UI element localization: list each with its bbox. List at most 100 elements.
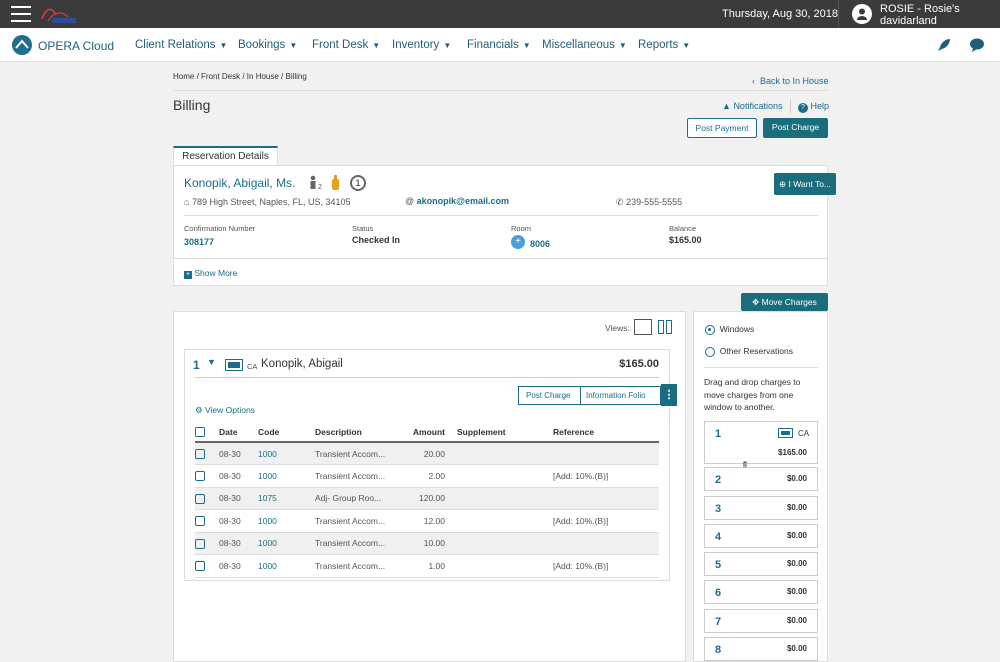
show-more-label: Show More bbox=[194, 268, 238, 278]
information-folio-button[interactable]: Information Folio bbox=[586, 391, 646, 400]
notifications-link[interactable]: ▲ Notifications bbox=[722, 101, 782, 111]
hotel-logo bbox=[41, 8, 76, 23]
cell-code[interactable]: 1000 bbox=[258, 464, 315, 488]
row-checkbox[interactable] bbox=[195, 538, 205, 549]
target-window-amount: $0.00 bbox=[786, 503, 807, 512]
room-number[interactable]: 8006 bbox=[530, 239, 550, 249]
help-link[interactable]: ? Help bbox=[798, 101, 829, 113]
nav-inventory[interactable]: Inventory ▼ bbox=[392, 39, 451, 51]
cell-description: Transient Accom... bbox=[315, 532, 401, 555]
cell-description: Transient Accom... bbox=[315, 554, 401, 578]
single-view-icon[interactable] bbox=[634, 319, 652, 335]
cell-code[interactable]: 1000 bbox=[258, 509, 315, 533]
chat-icon[interactable] bbox=[968, 36, 986, 54]
menu-icon[interactable] bbox=[11, 6, 31, 22]
target-window-amount: $0.00 bbox=[786, 616, 807, 625]
brand-name[interactable]: OPERA Cloud bbox=[38, 39, 114, 53]
cell-amount: 2.00 bbox=[401, 464, 451, 488]
move-target-window-8[interactable]: 8 $0.00 bbox=[704, 637, 818, 661]
confirmation-number[interactable]: 308177 bbox=[184, 237, 214, 247]
divider bbox=[704, 367, 818, 368]
cell-description: Transient Accom... bbox=[315, 464, 401, 488]
rocket-icon[interactable] bbox=[935, 36, 953, 54]
i-want-to-button[interactable]: ⊕ I Want To... bbox=[774, 173, 836, 195]
table-row[interactable]: 08-30 1075 Adj- Group Roo... 120.00 bbox=[195, 487, 659, 510]
cell-code[interactable]: 1000 bbox=[258, 442, 315, 465]
cell-code[interactable]: 1075 bbox=[258, 487, 315, 510]
window-guest-name: Konopik, Abigail bbox=[261, 358, 343, 370]
guest-name-link[interactable]: Konopik, Abigail, Ms. bbox=[184, 176, 295, 190]
split-view-icon[interactable] bbox=[658, 320, 672, 334]
radio-other-reservations[interactable]: Other Reservations bbox=[705, 346, 793, 357]
view-options-link[interactable]: ⚙ View Options bbox=[195, 405, 255, 416]
cell-reference: [Add: 10%.(B)] bbox=[553, 464, 659, 488]
row-checkbox[interactable] bbox=[195, 448, 205, 459]
nav-miscellaneous[interactable]: Miscellaneous ▼ bbox=[542, 39, 627, 51]
show-more-link[interactable]: + Show More bbox=[184, 268, 237, 279]
nav-front-desk[interactable]: Front Desk ▼ bbox=[312, 39, 380, 51]
table-row[interactable]: 08-30 1000 Transient Accom... 1.00 [Add:… bbox=[195, 554, 659, 578]
row-checkbox-cell bbox=[195, 487, 219, 510]
breadcrumb[interactable]: Home / Front Desk / In House / Billing bbox=[173, 72, 307, 81]
table-row[interactable]: 08-30 1000 Transient Accom... 2.00 [Add:… bbox=[195, 464, 659, 488]
user-avatar-icon[interactable] bbox=[852, 4, 872, 24]
nav-label: Client Relations bbox=[135, 39, 216, 51]
row-checkbox[interactable] bbox=[195, 471, 205, 482]
row-checkbox[interactable] bbox=[195, 561, 205, 572]
cell-reference bbox=[553, 532, 659, 555]
view-options-label: View Options bbox=[205, 405, 255, 415]
cell-reference bbox=[553, 487, 659, 510]
cell-code[interactable]: 1000 bbox=[258, 532, 315, 555]
move-target-window-1[interactable]: 1 CA $165.00 bbox=[704, 421, 818, 464]
move-target-window-5[interactable]: 5 $0.00 bbox=[704, 552, 818, 576]
cell-code[interactable]: 1000 bbox=[258, 554, 315, 578]
column-header-reference[interactable]: Reference bbox=[553, 423, 659, 443]
move-target-window-2[interactable]: 2 $0.00 bbox=[704, 467, 818, 491]
target-window-number: 8 bbox=[715, 644, 722, 656]
move-target-window-6[interactable]: 6 $0.00 bbox=[704, 580, 818, 604]
business-date: Thursday, Aug 30, 2018 bbox=[722, 8, 838, 20]
column-header-code[interactable]: Code bbox=[258, 423, 315, 443]
radio-windows[interactable]: Windows bbox=[705, 324, 754, 335]
notifications-label: Notifications bbox=[733, 101, 783, 111]
opera-cloud-logo-icon[interactable] bbox=[12, 35, 32, 55]
user-info[interactable]: ROSIE - Rosie's davidarland bbox=[880, 3, 960, 27]
nav-financials[interactable]: Financials ▼ bbox=[467, 39, 531, 51]
back-to-in-house-link[interactable]: ‹ Back to In House bbox=[752, 76, 829, 86]
column-header-supplement[interactable]: Supplement bbox=[451, 423, 553, 443]
nav-bookings[interactable]: Bookings ▼ bbox=[238, 39, 297, 51]
cell-date: 08-30 bbox=[219, 487, 258, 510]
column-header-date[interactable]: Date bbox=[219, 423, 258, 443]
move-target-window-7[interactable]: 7 $0.00 bbox=[704, 609, 818, 633]
nav-label: Inventory bbox=[392, 39, 440, 51]
row-checkbox[interactable] bbox=[195, 516, 205, 527]
move-target-window-3[interactable]: 3 $0.00 bbox=[704, 496, 818, 520]
divider bbox=[580, 387, 581, 404]
column-header-amount[interactable]: Amount bbox=[401, 423, 451, 443]
table-row[interactable]: 08-30 1000 Transient Accom... 20.00 bbox=[195, 442, 659, 465]
row-checkbox[interactable] bbox=[195, 493, 205, 504]
post-payment-button[interactable]: Post Payment bbox=[687, 118, 757, 138]
column-header-description[interactable]: Description bbox=[315, 423, 401, 443]
move-target-window-4[interactable]: 4 $0.00 bbox=[704, 524, 818, 548]
home-icon: ⌂ bbox=[184, 197, 190, 207]
billing-windows-panel: Views: 1 ▼ CA Konopik, Abigail $165.00 P… bbox=[173, 311, 686, 662]
tab-reservation-details[interactable]: Reservation Details bbox=[173, 146, 278, 166]
count-badge[interactable]: 1 bbox=[350, 175, 366, 191]
select-all-checkbox[interactable] bbox=[195, 427, 205, 438]
nav-label: Front Desk bbox=[312, 39, 369, 51]
nav-reports[interactable]: Reports ▼ bbox=[638, 39, 690, 51]
nav-client-relations[interactable]: Client Relations ▼ bbox=[135, 39, 227, 51]
more-vertical-icon[interactable]: ⋮ bbox=[661, 384, 677, 406]
window-menu-caret-icon[interactable]: ▼ bbox=[207, 357, 216, 367]
radio-windows-button[interactable] bbox=[705, 324, 715, 335]
post-charge-button[interactable]: Post Charge bbox=[763, 118, 828, 138]
table-row[interactable]: 08-30 1000 Transient Accom... 10.00 bbox=[195, 532, 659, 555]
window-post-charge-button[interactable]: Post Charge bbox=[526, 391, 570, 400]
radio-other-button[interactable] bbox=[705, 346, 715, 357]
table-row[interactable]: 08-30 1000 Transient Accom... 12.00 [Add… bbox=[195, 509, 659, 533]
move-charges-button[interactable]: ✥ Move Charges bbox=[741, 293, 828, 311]
row-checkbox-cell bbox=[195, 532, 219, 555]
guest-email[interactable]: @ akonopik@email.com bbox=[405, 196, 509, 206]
confirmation-label: Confirmation Number bbox=[184, 224, 256, 233]
